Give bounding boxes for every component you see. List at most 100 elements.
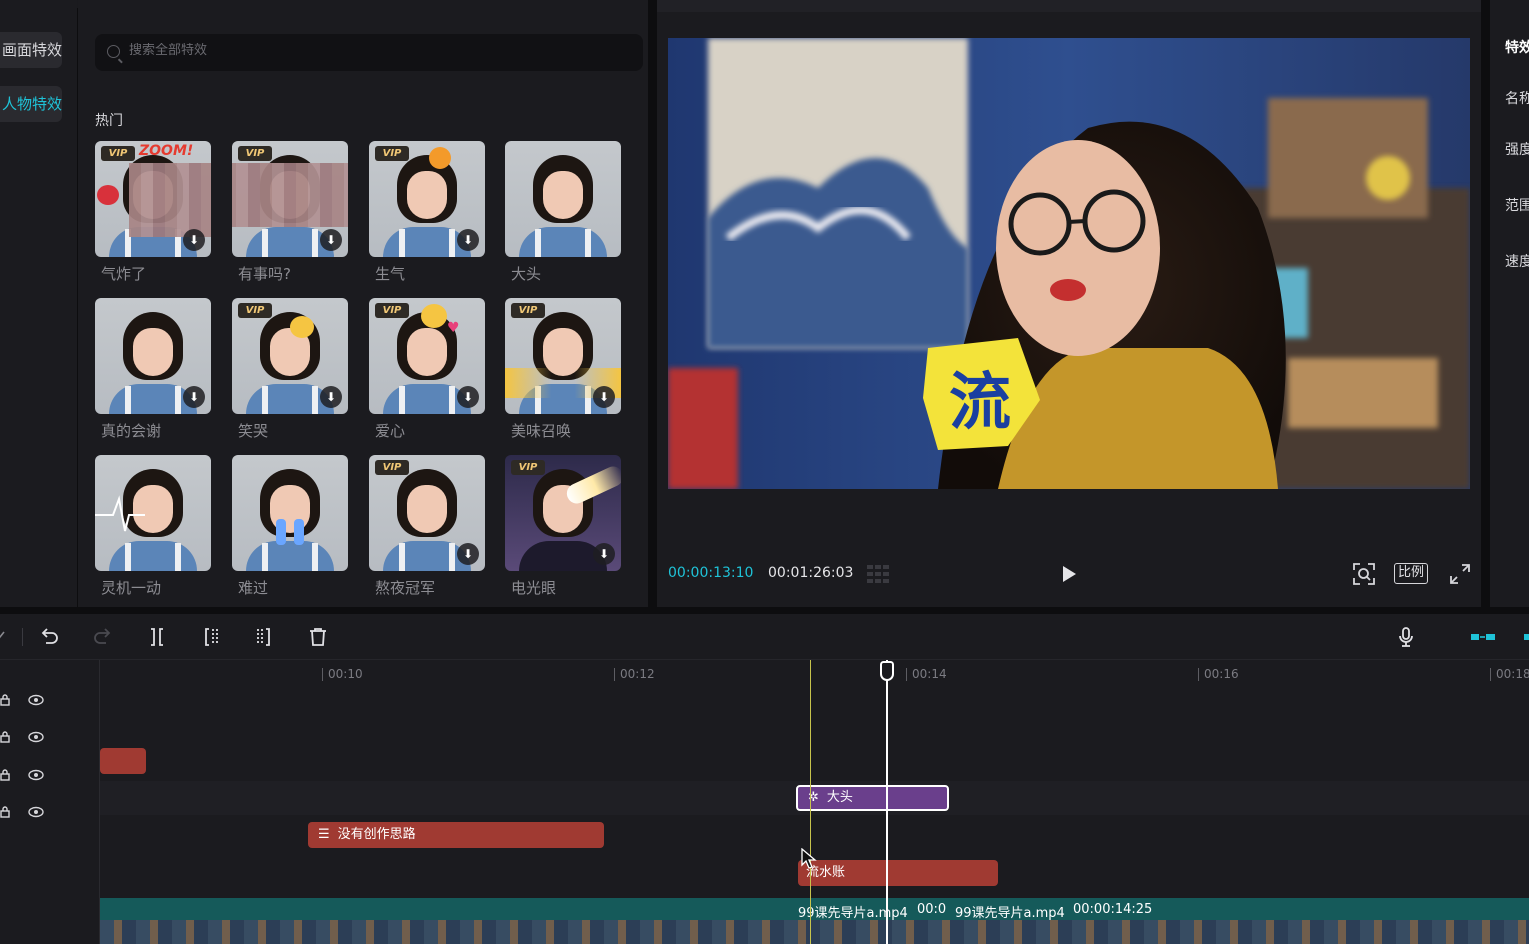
effect-thumbnail[interactable]: VIP ⬇: [505, 298, 621, 414]
ruler-tick: 00:12: [614, 667, 655, 681]
time-ruler[interactable]: 00:10 00:12 00:14 00:16 00:18: [100, 660, 1529, 686]
video-preview[interactable]: 流: [668, 38, 1470, 489]
undo-icon[interactable]: [38, 626, 60, 648]
ruler-tick: 00:14: [906, 667, 947, 681]
timeline-clip-small[interactable]: [100, 748, 146, 774]
lock-icon[interactable]: [0, 731, 10, 743]
eye-icon[interactable]: [28, 806, 44, 818]
video-frame-image: 流: [668, 38, 1470, 489]
thumbnail-strap: [175, 543, 181, 571]
eye-icon[interactable]: [28, 694, 44, 706]
effect-thumbnail[interactable]: VIP ⬇: [505, 455, 621, 571]
effect-thumbnail[interactable]: VIP ⬇: [232, 298, 348, 414]
thumbnail-strap: [312, 229, 318, 257]
effect-card[interactable]: VIP ⬇ 熬夜冠军: [369, 455, 485, 597]
effect-card[interactable]: VIP ⬇ 笑哭: [232, 298, 348, 440]
waveform-grid-icon[interactable]: [867, 563, 895, 585]
effect-card[interactable]: 大头: [505, 141, 621, 283]
thumbnail-face: [407, 328, 447, 376]
effect-card[interactable]: 难过: [232, 455, 348, 597]
lock-icon[interactable]: [0, 769, 10, 781]
effect-thumbnail[interactable]: VIP ⬇: [369, 455, 485, 571]
effect-label: 灵机一动: [101, 579, 162, 597]
timeline-toolbar: [0, 614, 1529, 660]
download-icon[interactable]: ⬇: [593, 543, 615, 565]
main-clip-name-2: 99课先导片a.mp4: [955, 906, 1065, 921]
fit-view-icon[interactable]: [1352, 562, 1376, 586]
fullscreen-icon[interactable]: [1449, 563, 1471, 585]
thumbnail-strap: [399, 229, 405, 257]
eye-icon[interactable]: [28, 769, 44, 781]
search-input[interactable]: [129, 43, 529, 58]
thumbnail-strap: [312, 386, 318, 414]
link-tracks-toggle-icon[interactable]: [1470, 626, 1496, 648]
effect-label: 美味召唤: [511, 422, 572, 440]
toolbar-divider: [22, 628, 23, 646]
download-icon[interactable]: ⬇: [457, 543, 479, 565]
main-video-track[interactable]: 99课先导片a.mp4 00:0 99课先导片a.mp4 00:00:14:25: [100, 898, 1529, 944]
effect-thumbnail[interactable]: [232, 455, 348, 571]
effect-card[interactable]: ZOOM! VIP ⬇ 气炸了: [95, 141, 211, 283]
effect-card[interactable]: VIP ⬇ 美味召唤: [505, 298, 621, 440]
main-clip-duration: 00:00:14:25: [1073, 902, 1153, 917]
download-icon[interactable]: ⬇: [457, 229, 479, 251]
lock-icon[interactable]: [0, 806, 10, 818]
playhead[interactable]: [886, 660, 888, 944]
effect-thumbnail[interactable]: [505, 141, 621, 257]
trim-right-icon[interactable]: [253, 626, 275, 648]
thumbnail-strap: [125, 543, 131, 571]
effect-thumbnail[interactable]: ⬇: [95, 298, 211, 414]
sticker-clip[interactable]: 流水账: [798, 860, 998, 886]
vip-badge: VIP: [375, 303, 409, 318]
total-time: 00:01:26:03: [768, 565, 854, 581]
download-icon[interactable]: ⬇: [320, 386, 342, 408]
split-icon[interactable]: [146, 626, 168, 648]
effect-card[interactable]: ⬇ 真的会谢: [95, 298, 211, 440]
effect-clip[interactable]: ✲ 大头: [796, 785, 949, 811]
text-clip[interactable]: ☰ 没有创作思路: [308, 822, 604, 848]
mosaic-blur: [232, 163, 348, 227]
select-tool-icon[interactable]: [0, 626, 14, 648]
effect-thumbnail[interactable]: ♥ VIP ⬇: [369, 298, 485, 414]
effect-thumbnail[interactable]: VIP ⬇: [369, 141, 485, 257]
delete-icon[interactable]: [307, 626, 329, 648]
effect-card[interactable]: ♥ VIP ⬇ 爱心: [369, 298, 485, 440]
effect-card[interactable]: VIP ⬇ 有事吗?: [232, 141, 348, 283]
effect-label: 气炸了: [101, 265, 147, 283]
heart-emoji-icon: [421, 304, 447, 328]
download-icon[interactable]: ⬇: [183, 386, 205, 408]
redo-icon[interactable]: [92, 626, 114, 648]
thumbnail-shirt: [519, 227, 607, 257]
text-clip-icon: ☰: [318, 827, 330, 842]
thumbnail-strap: [262, 543, 268, 571]
download-icon[interactable]: ⬇: [457, 386, 479, 408]
download-icon[interactable]: ⬇: [320, 229, 342, 251]
category-person-effects[interactable]: 人物特效: [0, 86, 62, 122]
aspect-ratio-button[interactable]: 比例: [1394, 563, 1428, 584]
effect-thumbnail[interactable]: VIP ⬇: [232, 141, 348, 257]
thumbnail-strap: [262, 386, 268, 414]
effect-card[interactable]: VIP ⬇ 电光眼: [505, 455, 621, 597]
effect-thumbnail[interactable]: ZOOM! VIP ⬇: [95, 141, 211, 257]
search-box[interactable]: [95, 34, 643, 71]
thumbnail-strap: [449, 229, 455, 257]
effect-card[interactable]: VIP ⬇ 生气: [369, 141, 485, 283]
microphone-icon[interactable]: [1395, 626, 1417, 648]
eye-icon[interactable]: [28, 731, 44, 743]
heart-icon: ♥: [447, 320, 460, 336]
properties-title: 特效: [1505, 40, 1529, 56]
effect-thumbnail[interactable]: [95, 455, 211, 571]
download-icon[interactable]: ⬇: [593, 386, 615, 408]
play-button[interactable]: [1059, 564, 1079, 584]
effect-card[interactable]: 灵机一动: [95, 455, 211, 597]
track-controls: [0, 803, 60, 821]
lock-icon[interactable]: [0, 694, 10, 706]
category-scene-effects[interactable]: 画面特效: [0, 32, 62, 68]
download-icon[interactable]: ⬇: [183, 229, 205, 251]
ruler-tick: 00:18: [1490, 667, 1529, 681]
thumbnail-strap: [399, 543, 405, 571]
trim-left-icon[interactable]: [200, 626, 222, 648]
playhead-handle[interactable]: [880, 661, 894, 681]
track-toggle-icon[interactable]: [1520, 626, 1529, 648]
vip-badge: VIP: [375, 460, 409, 475]
